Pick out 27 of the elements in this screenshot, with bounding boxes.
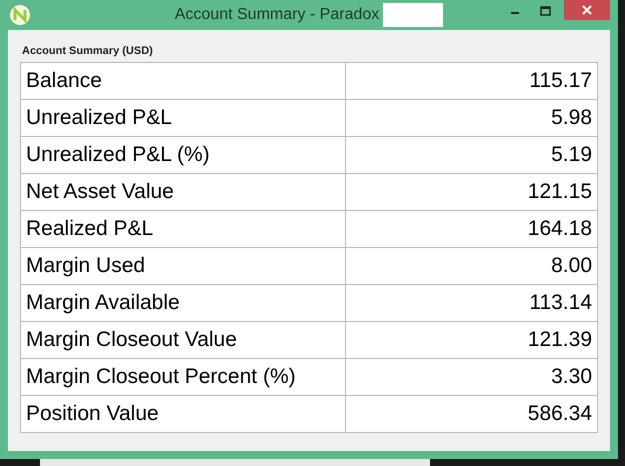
- row-label: Margin Available: [20, 284, 346, 322]
- row-label: Margin Closeout Percent (%): [20, 358, 346, 396]
- row-value: 121.15: [346, 174, 598, 210]
- row-value: 164.18: [346, 210, 598, 248]
- row-value: 5.19: [346, 136, 598, 174]
- row-value: 3.30: [346, 358, 598, 396]
- row-label: Balance: [20, 62, 346, 100]
- row-label: Net Asset Value: [20, 174, 346, 210]
- row-value: 115.17: [346, 62, 598, 100]
- close-button[interactable]: [564, 0, 610, 20]
- maximize-icon: [540, 6, 550, 16]
- row-value: 5.98: [346, 100, 598, 136]
- row-label: Margin Closeout Value: [20, 322, 346, 358]
- row-label: Position Value: [20, 396, 346, 432]
- row-value: 8.00: [346, 248, 598, 284]
- row-value: 113.14: [346, 284, 598, 322]
- redaction-box: [383, 3, 444, 27]
- row-label: Realized P&L: [20, 210, 346, 248]
- row-value: 121.39: [346, 322, 598, 358]
- row-label: Margin Used: [20, 248, 346, 284]
- panel-heading: Account Summary (USD): [22, 45, 154, 57]
- window-title: Account Summary - Paradox: [174, 6, 380, 24]
- row-label: Unrealized P&L: [20, 100, 346, 136]
- row-label: Unrealized P&L (%): [20, 136, 346, 174]
- close-icon: [582, 5, 592, 15]
- row-value: 586.34: [346, 396, 598, 432]
- app-logo-icon: [9, 4, 31, 26]
